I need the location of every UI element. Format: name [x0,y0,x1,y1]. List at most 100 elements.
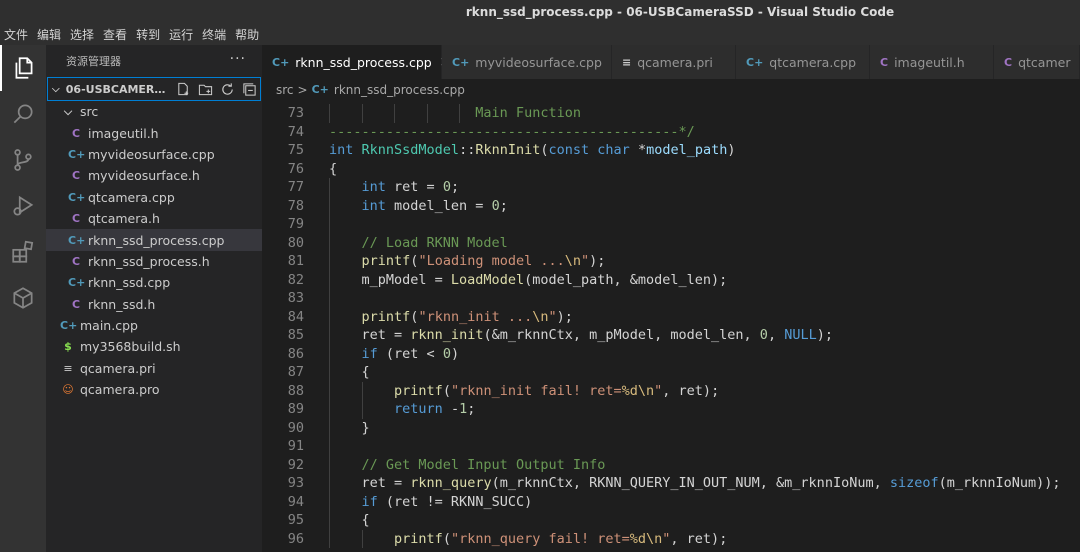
line-number: 76 [287,160,304,177]
menu-item[interactable]: 转到 [136,25,160,45]
tree-file[interactable]: C+ rknn_ssd_process.cpp [46,229,262,251]
code-token: model_len = [385,197,492,214]
indent-guide [361,529,363,548]
search-icon[interactable] [0,91,46,137]
tree-file[interactable]: Cmyvideosurface.h [46,165,262,186]
cpp-file-icon: C+ [452,55,470,69]
tree-file[interactable]: Crknn_ssd_process.h [46,251,262,272]
tree-file[interactable]: ☺ qcamera.pro [46,379,262,400]
indent-guide [329,381,330,400]
editor-tab[interactable]: Cqtcamer [994,45,1080,79]
cpp-file-icon: C+ [68,233,86,247]
code-token: model_path [646,142,728,158]
new-file-icon[interactable] [172,80,194,98]
explorer-icon[interactable] [0,45,46,91]
code-token: ; [499,197,508,214]
source-control-icon[interactable] [0,137,46,183]
tree-file[interactable]: Cqtcamera.h [46,208,262,229]
line-number: 82 [287,271,304,288]
explorer-sidebar: 资源管理器 ··· ⌵ 06-USBCAMERAS... ⌵ src Cimageu… [46,45,262,552]
indent-guide [329,474,330,493]
menu-item[interactable]: 帮助 [235,25,259,45]
code-token: * [629,142,647,158]
tree-item-label: rknn_ssd.h [88,296,156,312]
tree-file[interactable]: C+ qtcamera.cpp [46,187,262,208]
tree-file[interactable]: C+ myvideosurface.cpp [46,144,262,165]
code-token: "rknn_query fail! ret= [450,530,630,547]
new-folder-icon[interactable] [194,80,216,98]
tree-file[interactable]: C+ main.cpp [46,315,262,336]
code-token: ); [556,308,573,325]
menu-bar: 文件 编辑 选择 查看 转到 运行 终端 帮助 [0,25,1080,45]
code-line: 80 // Load RKNN Model [262,233,1080,252]
tree-item-label: rknn_ssd_process.cpp [88,232,225,248]
code-line: 79 [262,215,1080,234]
c-header-file-icon: C [71,254,81,268]
code-text: printf("rknn_init ...\n"); [362,308,573,327]
tree-item-label: qcamera.pri [80,360,156,376]
tree-item-label: qtcamera.cpp [88,189,175,205]
code-text: { [329,160,337,179]
code-token: %d\n [629,530,663,547]
cpp-file-icon: C+ [68,147,86,161]
code-token: RknnSsdModel [361,142,460,158]
collapse-all-icon[interactable] [238,80,260,98]
code-line: 74 --------------------------------------… [262,123,1080,142]
indent-guide [329,326,330,345]
code-token: int [329,142,354,158]
tree-file[interactable]: Crknn_ssd.h [46,294,262,315]
tree-item-label: myvideosurface.cpp [88,146,215,162]
editor-tab[interactable]: C+ myvideosurface.cpp [442,45,612,79]
menu-item[interactable]: 编辑 [37,25,61,45]
line-number: 84 [287,308,304,325]
more-actions-icon[interactable]: ··· [230,51,246,67]
menu-item[interactable]: 选择 [70,25,94,45]
breadcrumb-file[interactable]: rknn_ssd_process.cpp [334,83,465,97]
code-text: if (ret != RKNN_SUCC) [362,493,533,512]
code-editor[interactable]: 73 Main Function 74 ----------------------… [262,100,1080,552]
code-text: { [362,511,370,530]
editor-tab[interactable]: C+rknn_ssd_process.cpp× [262,45,451,79]
tree-file[interactable]: $ my3568build.sh [46,336,262,357]
indent-guide [329,196,330,215]
run-debug-icon[interactable] [0,183,46,229]
code-token: ret = [361,475,411,491]
editor-tab[interactable]: C+ qtcamera.cpp [736,45,870,79]
code-line: 91 [262,437,1080,456]
qt-project-file-icon: ☺ [62,383,74,397]
code-line: 77 int ret = 0; [262,178,1080,197]
tree-file[interactable]: ≡ qcamera.pri [46,358,262,379]
explorer-header: 资源管理器 ··· [46,45,262,77]
menu-item[interactable]: 文件 [4,25,28,45]
editor-tab[interactable]: ≡ qcamera.pri [612,45,736,79]
remote-explorer-icon[interactable] [0,275,46,321]
refresh-icon[interactable] [216,80,238,98]
activity-bar [0,45,46,552]
code-line: 83 [262,289,1080,308]
code-token: (ret < [377,345,443,362]
tree-file[interactable]: Cimageutil.h [46,122,262,143]
code-token: Main Function [329,105,581,121]
line-number: 93 [287,475,304,491]
extensions-icon[interactable] [0,229,46,275]
indent-guide [329,455,330,474]
menu-item[interactable]: 终端 [202,25,226,45]
breadcrumb: src > C+ rknn_ssd_process.cpp [262,79,1080,100]
workspace-folder-row[interactable]: ⌵ 06-USBCAMERAS... [47,77,261,101]
code-token: \n [532,308,549,325]
tree-folder[interactable]: ⌵ src [46,101,262,122]
menu-item[interactable]: 运行 [169,25,193,45]
tree-file[interactable]: C+ rknn_ssd.cpp [46,272,262,293]
cpp-file-icon: C+ [60,319,78,333]
tab-label: rknn_ssd_process.cpp [295,54,432,70]
tree-item-label: rknn_ssd_process.h [88,253,210,269]
menu-item[interactable]: 查看 [103,25,127,45]
indent-guide [329,178,330,197]
editor-tab[interactable]: Cimageutil.h [870,45,994,79]
code-token: { [361,364,370,380]
indent-guide [329,363,330,382]
indent-guide [329,437,330,456]
breadcrumb-folder[interactable]: src [276,83,294,97]
line-number: 92 [287,456,304,473]
code-line: 76 { [262,160,1080,179]
